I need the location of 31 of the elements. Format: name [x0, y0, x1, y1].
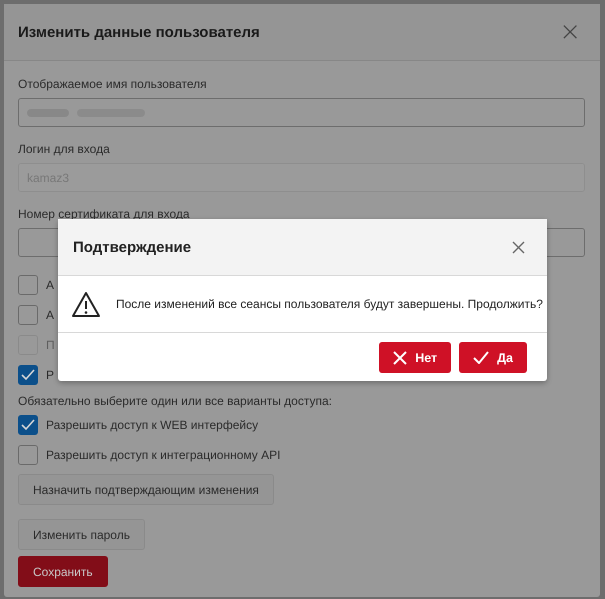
yes-button[interactable]: Да [459, 342, 527, 373]
warning-icon [71, 290, 101, 318]
save-button[interactable]: Сохранить [18, 556, 108, 587]
action-button[interactable]: Назначить подтверждающим изменения [18, 474, 274, 505]
checkbox[interactable] [18, 445, 38, 465]
check-icon [21, 419, 35, 431]
action-button[interactable]: Изменить пароль [18, 519, 145, 550]
checkbox[interactable] [18, 305, 38, 325]
close-icon[interactable] [512, 240, 525, 254]
checkbox-label: А [46, 308, 54, 322]
checkbox[interactable] [18, 365, 38, 385]
dialog-title: Изменить данные пользователя [18, 24, 260, 40]
field-label: Логин для входа [18, 142, 110, 156]
close-icon [393, 350, 408, 364]
checkbox-label: Разрешить доступ к WEB интерфейсу [46, 418, 258, 432]
checkbox-label: П [46, 338, 55, 352]
no-button[interactable]: Нет [379, 342, 452, 373]
dialog-title: Подтверждение [73, 238, 192, 256]
close-button[interactable]: × [559, 19, 581, 45]
confirm-message: После изменений все сеансы пользователя будут завершены. Продолжить? [116, 297, 543, 311]
access-note: Обязательно выберите один или все варианты доступа: [18, 394, 332, 408]
field-label: Отображаемое имя пользователя [18, 77, 207, 91]
check-icon [21, 369, 35, 381]
field-label: Номер сертификата для входа [18, 207, 190, 221]
check-icon [473, 351, 490, 364]
checkbox-label: Разрешить доступ к интеграционному API [46, 448, 280, 462]
checkbox[interactable] [18, 415, 38, 435]
checkbox[interactable] [18, 275, 38, 295]
checkbox-label: Р [46, 368, 54, 382]
input-field[interactable] [18, 98, 585, 127]
checkbox-label: А [46, 278, 54, 292]
